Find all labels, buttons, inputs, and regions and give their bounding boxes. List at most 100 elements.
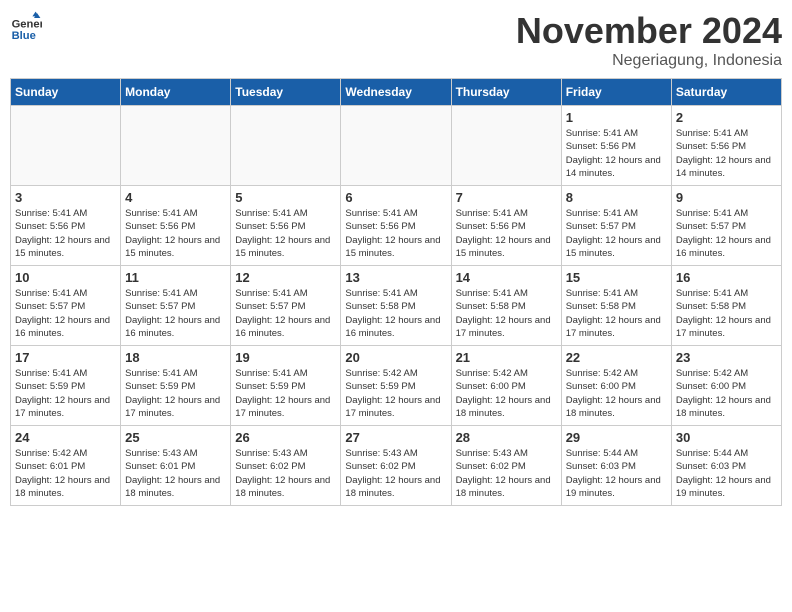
week-row-3: 10 Sunrise: 5:41 AM Sunset: 5:57 PM Dayli…: [11, 266, 782, 346]
day-cell: 12 Sunrise: 5:41 AM Sunset: 5:57 PM Dayli…: [231, 266, 341, 346]
day-cell: 29 Sunrise: 5:44 AM Sunset: 6:03 PM Dayli…: [561, 426, 671, 506]
day-info: Sunrise: 5:41 AM Sunset: 5:56 PM Dayligh…: [125, 207, 226, 260]
svg-text:General: General: [12, 19, 42, 31]
day-info: Sunrise: 5:43 AM Sunset: 6:01 PM Dayligh…: [125, 447, 226, 500]
week-row-5: 24 Sunrise: 5:42 AM Sunset: 6:01 PM Dayli…: [11, 426, 782, 506]
day-info: Sunrise: 5:41 AM Sunset: 5:59 PM Dayligh…: [15, 367, 116, 420]
day-cell: 24 Sunrise: 5:42 AM Sunset: 6:01 PM Dayli…: [11, 426, 121, 506]
day-info: Sunrise: 5:41 AM Sunset: 5:57 PM Dayligh…: [566, 207, 667, 260]
day-cell: 13 Sunrise: 5:41 AM Sunset: 5:58 PM Dayli…: [341, 266, 451, 346]
day-number: 14: [456, 270, 557, 285]
day-number: 29: [566, 430, 667, 445]
header-row: SundayMondayTuesdayWednesdayThursdayFrid…: [11, 79, 782, 106]
week-row-2: 3 Sunrise: 5:41 AM Sunset: 5:56 PM Daylig…: [11, 186, 782, 266]
day-info: Sunrise: 5:42 AM Sunset: 5:59 PM Dayligh…: [345, 367, 446, 420]
day-number: 21: [456, 350, 557, 365]
week-row-4: 17 Sunrise: 5:41 AM Sunset: 5:59 PM Dayli…: [11, 346, 782, 426]
day-info: Sunrise: 5:41 AM Sunset: 5:56 PM Dayligh…: [345, 207, 446, 260]
day-number: 28: [456, 430, 557, 445]
day-number: 26: [235, 430, 336, 445]
day-cell: 20 Sunrise: 5:42 AM Sunset: 5:59 PM Dayli…: [341, 346, 451, 426]
day-number: 23: [676, 350, 777, 365]
logo-icon: General Blue: [10, 10, 42, 42]
day-info: Sunrise: 5:43 AM Sunset: 6:02 PM Dayligh…: [456, 447, 557, 500]
day-info: Sunrise: 5:41 AM Sunset: 5:58 PM Dayligh…: [345, 287, 446, 340]
day-cell: 2 Sunrise: 5:41 AM Sunset: 5:56 PM Daylig…: [671, 106, 781, 186]
day-number: 16: [676, 270, 777, 285]
col-header-wednesday: Wednesday: [341, 79, 451, 106]
day-cell: 26 Sunrise: 5:43 AM Sunset: 6:02 PM Dayli…: [231, 426, 341, 506]
day-number: 25: [125, 430, 226, 445]
day-number: 8: [566, 190, 667, 205]
logo: General Blue: [10, 10, 42, 42]
day-cell: 19 Sunrise: 5:41 AM Sunset: 5:59 PM Dayli…: [231, 346, 341, 426]
day-number: 27: [345, 430, 446, 445]
day-number: 24: [15, 430, 116, 445]
day-number: 15: [566, 270, 667, 285]
day-info: Sunrise: 5:41 AM Sunset: 5:57 PM Dayligh…: [676, 207, 777, 260]
day-cell: 3 Sunrise: 5:41 AM Sunset: 5:56 PM Daylig…: [11, 186, 121, 266]
day-info: Sunrise: 5:41 AM Sunset: 5:56 PM Dayligh…: [15, 207, 116, 260]
day-cell: 11 Sunrise: 5:41 AM Sunset: 5:57 PM Dayli…: [121, 266, 231, 346]
day-cell: 4Sunrise: 5:41 AM Sunset: 5:56 PM Daylig…: [121, 186, 231, 266]
day-number: 12: [235, 270, 336, 285]
day-info: Sunrise: 5:41 AM Sunset: 5:56 PM Dayligh…: [566, 127, 667, 180]
day-number: 3: [15, 190, 116, 205]
title-block: November 2024 Negeriagung, Indonesia: [516, 10, 782, 70]
day-cell: [451, 106, 561, 186]
day-number: 6: [345, 190, 446, 205]
day-info: Sunrise: 5:41 AM Sunset: 5:57 PM Dayligh…: [235, 287, 336, 340]
day-info: Sunrise: 5:41 AM Sunset: 5:58 PM Dayligh…: [566, 287, 667, 340]
svg-text:Blue: Blue: [12, 30, 36, 42]
col-header-sunday: Sunday: [11, 79, 121, 106]
day-info: Sunrise: 5:44 AM Sunset: 6:03 PM Dayligh…: [566, 447, 667, 500]
day-cell: 1 Sunrise: 5:41 AM Sunset: 5:56 PM Daylig…: [561, 106, 671, 186]
day-cell: 16Sunrise: 5:41 AM Sunset: 5:58 PM Dayli…: [671, 266, 781, 346]
day-number: 30: [676, 430, 777, 445]
day-info: Sunrise: 5:42 AM Sunset: 6:01 PM Dayligh…: [15, 447, 116, 500]
day-info: Sunrise: 5:41 AM Sunset: 5:59 PM Dayligh…: [235, 367, 336, 420]
day-cell: [341, 106, 451, 186]
day-cell: 17 Sunrise: 5:41 AM Sunset: 5:59 PM Dayli…: [11, 346, 121, 426]
day-info: Sunrise: 5:42 AM Sunset: 6:00 PM Dayligh…: [456, 367, 557, 420]
day-cell: 25 Sunrise: 5:43 AM Sunset: 6:01 PM Dayli…: [121, 426, 231, 506]
day-number: 11: [125, 270, 226, 285]
day-info: Sunrise: 5:41 AM Sunset: 5:57 PM Dayligh…: [125, 287, 226, 340]
day-info: Sunrise: 5:41 AM Sunset: 5:56 PM Dayligh…: [676, 127, 777, 180]
day-cell: 21 Sunrise: 5:42 AM Sunset: 6:00 PM Dayli…: [451, 346, 561, 426]
day-cell: 22Sunrise: 5:42 AM Sunset: 6:00 PM Dayli…: [561, 346, 671, 426]
day-cell: 8 Sunrise: 5:41 AM Sunset: 5:57 PM Daylig…: [561, 186, 671, 266]
day-cell: 7 Sunrise: 5:41 AM Sunset: 5:56 PM Daylig…: [451, 186, 561, 266]
day-number: 18: [125, 350, 226, 365]
day-number: 2: [676, 110, 777, 125]
day-cell: 10Sunrise: 5:41 AM Sunset: 5:57 PM Dayli…: [11, 266, 121, 346]
day-cell: 9Sunrise: 5:41 AM Sunset: 5:57 PM Daylig…: [671, 186, 781, 266]
day-cell: 23 Sunrise: 5:42 AM Sunset: 6:00 PM Dayli…: [671, 346, 781, 426]
day-info: Sunrise: 5:41 AM Sunset: 5:56 PM Dayligh…: [456, 207, 557, 260]
col-header-monday: Monday: [121, 79, 231, 106]
day-info: Sunrise: 5:42 AM Sunset: 6:00 PM Dayligh…: [676, 367, 777, 420]
day-cell: 6 Sunrise: 5:41 AM Sunset: 5:56 PM Daylig…: [341, 186, 451, 266]
day-number: 20: [345, 350, 446, 365]
col-header-saturday: Saturday: [671, 79, 781, 106]
day-info: Sunrise: 5:41 AM Sunset: 5:58 PM Dayligh…: [456, 287, 557, 340]
day-info: Sunrise: 5:43 AM Sunset: 6:02 PM Dayligh…: [235, 447, 336, 500]
day-number: 10: [15, 270, 116, 285]
calendar-table: SundayMondayTuesdayWednesdayThursdayFrid…: [10, 78, 782, 506]
day-cell: [11, 106, 121, 186]
day-number: 5: [235, 190, 336, 205]
day-cell: 14 Sunrise: 5:41 AM Sunset: 5:58 PM Dayli…: [451, 266, 561, 346]
day-info: Sunrise: 5:43 AM Sunset: 6:02 PM Dayligh…: [345, 447, 446, 500]
day-number: 1: [566, 110, 667, 125]
day-cell: 28 Sunrise: 5:43 AM Sunset: 6:02 PM Dayli…: [451, 426, 561, 506]
month-title: November 2024: [516, 10, 782, 52]
day-number: 19: [235, 350, 336, 365]
day-cell: 18Sunrise: 5:41 AM Sunset: 5:59 PM Dayli…: [121, 346, 231, 426]
day-number: 13: [345, 270, 446, 285]
day-number: 7: [456, 190, 557, 205]
col-header-tuesday: Tuesday: [231, 79, 341, 106]
day-cell: 5 Sunrise: 5:41 AM Sunset: 5:56 PM Daylig…: [231, 186, 341, 266]
day-number: 17: [15, 350, 116, 365]
day-info: Sunrise: 5:41 AM Sunset: 5:56 PM Dayligh…: [235, 207, 336, 260]
col-header-friday: Friday: [561, 79, 671, 106]
